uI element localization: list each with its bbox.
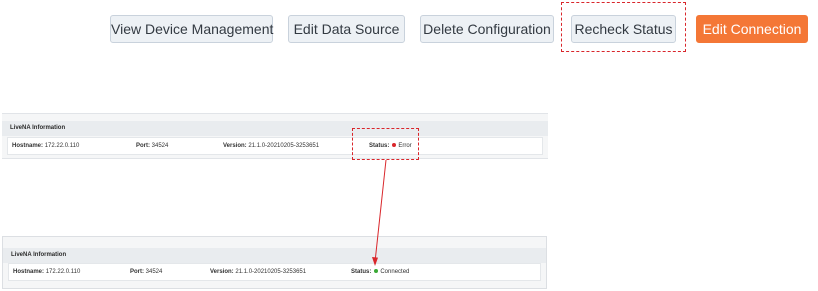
version-value: 21.1.0-20210205-3253651 [248, 143, 320, 149]
livena-info-panel-before: LiveNA Information Hostname: 172.22.0.11… [2, 113, 548, 159]
status-field: Status: Connected [351, 264, 409, 280]
version-field: Version: 21.1.0-20210205-3253651 [223, 138, 319, 154]
hostname-label: Hostname: [13, 269, 45, 275]
port-value: 34524 [151, 143, 169, 149]
port-label: Port: [136, 143, 150, 149]
version-value: 21.1.0-20210205-3253651 [235, 269, 307, 275]
hostname-label: Hostname: [12, 143, 44, 149]
version-label: Version: [210, 269, 234, 275]
panel-title: LiveNA Information [3, 248, 546, 263]
livena-info-panel-after: LiveNA Information Hostname: 172.22.0.11… [2, 236, 547, 289]
port-label: Port: [130, 269, 144, 275]
delete-configuration-button[interactable]: Delete Configuration [420, 15, 554, 43]
panel-info-row: Hostname: 172.22.0.110 Port: 34524 Versi… [7, 137, 543, 155]
status-connected-dot-icon [374, 269, 379, 273]
edit-data-source-button[interactable]: Edit Data Source [288, 15, 405, 43]
hostname-field: Hostname: 172.22.0.110 [12, 138, 79, 154]
status-value: Connected [380, 269, 410, 275]
edit-connection-button[interactable]: Edit Connection [696, 15, 808, 43]
port-value: 34524 [145, 269, 163, 275]
hostname-value: 172.22.0.110 [45, 269, 81, 275]
panel-title: LiveNA Information [2, 121, 548, 136]
view-device-management-button[interactable]: View Device Management [110, 15, 273, 43]
status-highlight [352, 128, 419, 160]
port-field: Port: 34524 [130, 264, 162, 280]
hostname-value: 172.22.0.110 [44, 143, 80, 149]
version-field: Version: 21.1.0-20210205-3253651 [210, 264, 306, 280]
recheck-status-button[interactable]: Recheck Status [571, 15, 676, 43]
port-field: Port: 34524 [136, 138, 168, 154]
panel-info-row: Hostname: 172.22.0.110 Port: 34524 Versi… [8, 263, 541, 281]
status-label: Status: [351, 269, 372, 275]
hostname-field: Hostname: 172.22.0.110 [13, 264, 80, 280]
version-label: Version: [223, 143, 247, 149]
